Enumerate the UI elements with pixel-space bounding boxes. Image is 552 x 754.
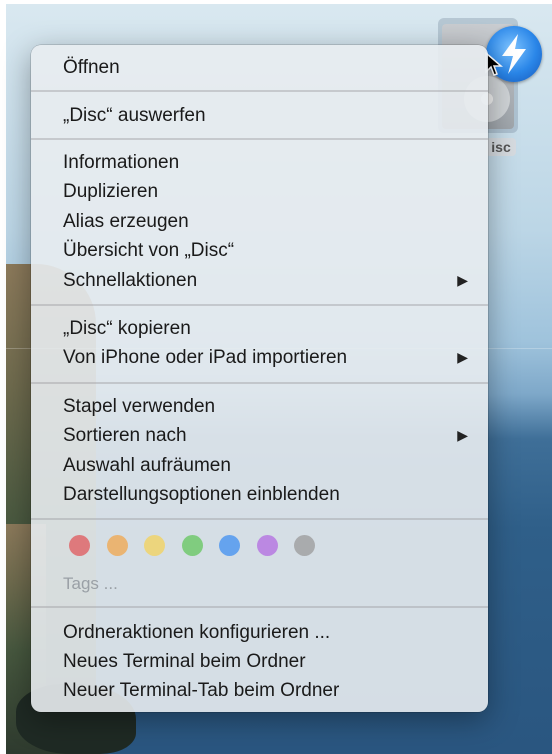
menu-separator bbox=[31, 518, 488, 520]
menu-item-folder-actions[interactable]: Ordneraktionen konfigurieren ... bbox=[63, 618, 468, 647]
menu-separator bbox=[31, 304, 488, 306]
red-tag[interactable] bbox=[69, 535, 90, 556]
menu-item-use-stacks[interactable]: Stapel verwenden bbox=[63, 392, 468, 421]
menu-item-quick-look[interactable]: Übersicht von „Disc“ bbox=[63, 236, 468, 265]
orange-tag[interactable] bbox=[106, 535, 128, 556]
context-menu: Öffnen „Disc“ auswerfen Informationen Du… bbox=[31, 45, 488, 712]
menu-separator bbox=[31, 606, 488, 608]
yellow-tag[interactable] bbox=[144, 535, 165, 556]
menu-item-label: Von iPhone oder iPad importieren bbox=[63, 347, 348, 368]
submenu-arrow-icon: ▶ bbox=[457, 427, 468, 443]
menu-separator bbox=[31, 90, 488, 92]
menu-item-view-options[interactable]: Darstellungsoptionen einblenden bbox=[63, 480, 468, 509]
purple-tag[interactable] bbox=[256, 535, 278, 556]
menu-item-new-terminal-tab[interactable]: Neuer Terminal-Tab beim Ordner bbox=[63, 676, 468, 705]
menu-item-label: Sortieren nach bbox=[63, 425, 187, 446]
menu-item-clean-up[interactable]: Auswahl aufräumen bbox=[63, 451, 468, 480]
menu-item-make-alias[interactable]: Alias erzeugen bbox=[63, 207, 468, 236]
menu-item-new-terminal[interactable]: Neues Terminal beim Ordner bbox=[63, 647, 468, 676]
menu-separator bbox=[31, 382, 488, 384]
submenu-arrow-icon: ▶ bbox=[457, 272, 468, 288]
disc-icon-label: isc bbox=[486, 138, 516, 156]
menu-separator bbox=[31, 138, 488, 140]
menu-item-sort-by[interactable]: Sortieren nach ▶ bbox=[63, 421, 468, 450]
gray-tag[interactable] bbox=[294, 535, 315, 556]
menu-item-copy[interactable]: „Disc“ kopieren bbox=[63, 314, 468, 343]
menu-item-import-device[interactable]: Von iPhone oder iPad importieren ▶ bbox=[63, 343, 468, 372]
menu-item-get-info[interactable]: Informationen bbox=[63, 148, 468, 177]
green-tag[interactable] bbox=[181, 535, 203, 556]
menu-item-quick-actions[interactable]: Schnellaktionen ▶ bbox=[63, 266, 468, 295]
menu-item-duplicate[interactable]: Duplizieren bbox=[63, 177, 468, 206]
menu-item-tags[interactable]: Tags ... bbox=[63, 569, 468, 598]
menu-item-label: Schnellaktionen bbox=[63, 270, 198, 291]
menu-item-eject[interactable]: „Disc“ auswerfen bbox=[63, 101, 468, 130]
submenu-arrow-icon: ▶ bbox=[457, 349, 468, 365]
blue-tag[interactable] bbox=[219, 535, 240, 556]
menu-item-open[interactable]: Öffnen bbox=[63, 53, 468, 82]
